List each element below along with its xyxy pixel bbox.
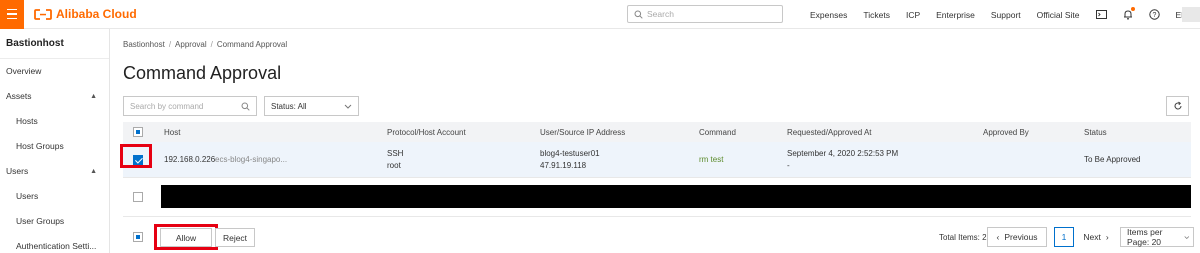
items-per-page-value: Items per Page: 20 [1127, 227, 1163, 247]
top-bar: Alibaba Cloud Search Expenses Tickets IC… [0, 0, 1200, 29]
redacted-row-content [161, 185, 1191, 208]
allow-button[interactable]: Allow [160, 228, 212, 247]
sidebar-item-label: Assets [6, 91, 32, 101]
command-search-input[interactable]: Search by command [123, 96, 257, 116]
protocol: SSH [387, 149, 404, 158]
nav-enterprise[interactable]: Enterprise [936, 10, 975, 20]
brand-logo[interactable]: Alibaba Cloud [34, 7, 137, 21]
host-name: ecs-blog4-singapo... [215, 155, 288, 164]
header-command: Command [699, 127, 736, 137]
requested-at: September 4, 2020 2:52:53 PM [787, 149, 899, 158]
chevron-up-icon: ▲ [90, 168, 97, 175]
nav-tickets[interactable]: Tickets [863, 10, 890, 20]
search-icon [634, 10, 643, 19]
chevron-left-icon: ‹ [996, 232, 1000, 242]
sidebar-item-label: Hosts [16, 116, 38, 126]
sidebar-item-users-group[interactable]: Users ▲ [0, 159, 109, 184]
previous-label: Previous [1004, 232, 1038, 242]
host-account: root [387, 161, 401, 170]
highlight-box [120, 144, 152, 168]
sidebar-item-overview[interactable]: Overview [0, 59, 109, 84]
sidebar-item-assets[interactable]: Assets ▲ [0, 84, 109, 109]
chevron-up-icon: ▲ [90, 93, 97, 100]
help-icon[interactable]: ? [1148, 9, 1160, 20]
page-number-current[interactable]: 1 [1054, 227, 1074, 247]
sidebar-item-label: Host Groups [16, 141, 64, 151]
reject-button[interactable]: Reject [215, 228, 255, 247]
top-nav: Expenses Tickets ICP Enterprise Support … [810, 0, 1200, 29]
avatar[interactable] [1182, 7, 1200, 22]
command-text: rm test [699, 155, 724, 164]
header-user: User/Source IP Address [540, 127, 626, 137]
approval-table: Host Protocol/Host Account User/Source I… [120, 122, 1191, 217]
notification-dot [1130, 7, 1135, 11]
sidebar-item-label: User Groups [16, 216, 65, 226]
status-text: To Be Approved [1084, 155, 1141, 164]
breadcrumb-item-approval[interactable]: Approval [175, 40, 207, 49]
search-icon[interactable] [241, 102, 250, 111]
previous-button[interactable]: ‹ Previous [987, 227, 1047, 247]
chevron-right-icon: › [1105, 232, 1109, 242]
svg-text:?: ? [1152, 12, 1156, 19]
bell-icon[interactable] [1123, 7, 1135, 20]
user-name: blog4-testuser01 [540, 149, 600, 158]
brand-name: Alibaba Cloud [56, 7, 137, 21]
table-header: Host Protocol/Host Account User/Source I… [123, 122, 1191, 142]
approved-at: - [787, 161, 790, 170]
terminal-icon[interactable] [1095, 10, 1107, 19]
nav-official-site[interactable]: Official Site [1037, 10, 1080, 20]
breadcrumb-item-bastionhost[interactable]: Bastionhost [123, 40, 165, 49]
source-ip: 47.91.19.118 [540, 161, 587, 170]
header-host: Host [164, 127, 181, 137]
nav-expenses[interactable]: Expenses [810, 10, 847, 20]
nav-support[interactable]: Support [991, 10, 1021, 20]
chevron-down-icon [1184, 235, 1190, 239]
sidebar-title: Bastionhost [0, 29, 109, 59]
sidebar-item-host-groups[interactable]: Host Groups [0, 134, 109, 159]
status-filter-value: Status: All [271, 101, 307, 111]
sidebar-item-label: Overview [6, 66, 42, 76]
next-label: Next [1083, 232, 1101, 242]
table-row[interactable] [123, 178, 1191, 217]
command-search-placeholder: Search by command [130, 101, 204, 111]
host-ip: 192.168.0.226 [164, 155, 216, 164]
row-checkbox[interactable] [133, 192, 143, 202]
header-approved-by: Approved By [983, 127, 1029, 137]
items-per-page-select[interactable]: Items per Page: 20 [1120, 227, 1194, 247]
table-row[interactable]: 192.168.0.226 ecs-blog4-singapo... SSH r… [120, 142, 1191, 178]
header-status: Status [1084, 127, 1107, 137]
sidebar-item-hosts[interactable]: Hosts [0, 109, 109, 134]
sidebar-item-users[interactable]: Users [0, 184, 109, 209]
breadcrumb-item-current: Command Approval [216, 40, 288, 49]
search-placeholder: Search [647, 9, 674, 19]
select-all-checkbox[interactable] [133, 127, 143, 137]
status-filter-select[interactable]: Status: All [264, 96, 359, 116]
main-content: Bastionhost / Approval / Command Approval Co… [111, 29, 1200, 253]
refresh-button[interactable] [1166, 96, 1189, 116]
hamburger-menu-button[interactable] [0, 0, 24, 29]
sidebar-item-label: Authentication Setti... [16, 241, 97, 251]
alibaba-logo-icon [34, 8, 52, 20]
breadcrumb: Bastionhost / Approval / Command Approval [123, 40, 287, 49]
sidebar-item-label: Users [6, 166, 29, 176]
breadcrumb-separator: / [210, 40, 213, 49]
chevron-down-icon [344, 104, 352, 109]
sidebar-item-label: Users [16, 191, 39, 201]
sidebar-item-authentication-settings[interactable]: Authentication Setti... [0, 234, 109, 253]
page-title: Command Approval [123, 63, 282, 83]
sidebar-item-user-groups[interactable]: User Groups [0, 209, 109, 234]
sidebar: Bastionhost Overview Assets ▲ Hosts Host … [0, 29, 110, 253]
total-items: Total Items: 2 [939, 233, 987, 242]
refresh-icon [1174, 101, 1181, 110]
header-requested-at: Requested/Approved At [787, 127, 872, 137]
header-protocol: Protocol/Host Account [387, 127, 466, 137]
global-search-input[interactable]: Search [627, 5, 783, 23]
select-all-checkbox[interactable] [133, 232, 143, 242]
nav-icp[interactable]: ICP [906, 10, 920, 20]
table-footer: Allow Reject Total Items: 2 ‹ Previous 1… [123, 224, 1194, 250]
breadcrumb-separator: / [168, 40, 172, 49]
next-button[interactable]: Next › [1076, 227, 1116, 247]
